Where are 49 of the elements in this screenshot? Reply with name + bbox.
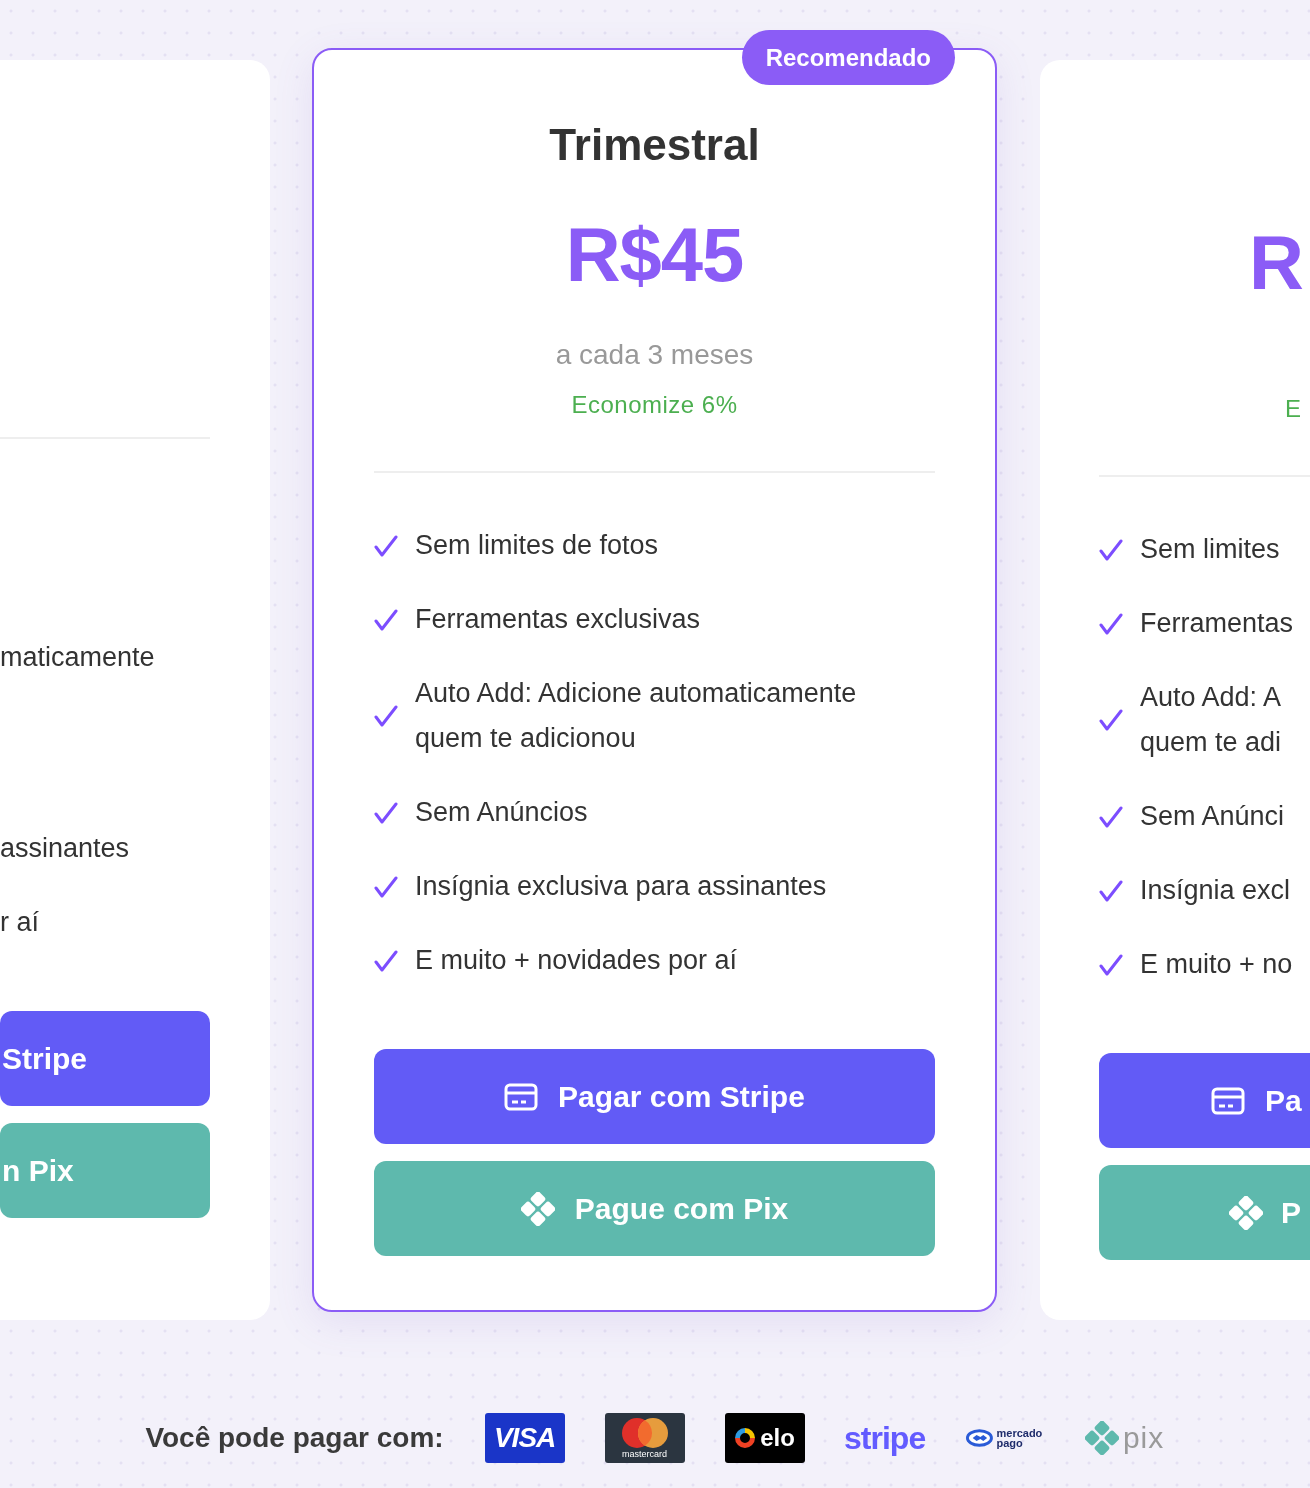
check-icon [374, 704, 398, 728]
check-icon [374, 948, 398, 973]
feature-text: E muito + novidades por aí [415, 944, 737, 977]
feature-text: Ferramentas [1140, 607, 1294, 640]
check-icon [1099, 611, 1123, 636]
feature-text: Insígnia exclusiva para assinantes [415, 870, 827, 903]
feature-text: Sem limites [1140, 533, 1280, 566]
plan-price: R [1249, 219, 1303, 305]
check-icon [374, 874, 398, 899]
stripe-pay-button[interactable]: Stripe [0, 1011, 210, 1106]
feature-text: Sem limites de fotos [415, 529, 659, 562]
feature-text: r aí [0, 906, 39, 939]
savings-text: Economize 6% [571, 391, 738, 418]
credit-card-icon [1211, 1086, 1245, 1115]
credit-card-icon [504, 1082, 539, 1111]
recommended-badge: Recomendado [741, 30, 955, 85]
check-icon [1099, 804, 1123, 829]
elo-logo: elo [724, 1413, 805, 1463]
feature-text: Ferramentas exclusivas [415, 603, 701, 636]
payment-methods-label: Você pode pagar com: [145, 1422, 444, 1454]
savings-text: E [1285, 395, 1302, 422]
feature-text: Auto Add: Adicione automaticamente quem te adicionou [415, 677, 857, 755]
check-icon [374, 533, 398, 558]
stripe-pay-button[interactable]: Pa [1099, 1053, 1310, 1148]
check-icon [1099, 952, 1123, 977]
check-icon [374, 607, 398, 632]
stripe-pay-button[interactable]: Pagar com Stripe [374, 1049, 935, 1144]
plan-title: Trimestral [549, 120, 760, 169]
feature-text: Sem Anúncios [415, 796, 588, 829]
billing-period: a cada 3 meses [555, 339, 754, 370]
check-icon [1099, 537, 1123, 562]
feature-text: E muito + no [1140, 948, 1293, 981]
check-icon [1099, 878, 1123, 903]
feature-text: Auto Add: A quem te adi [1140, 681, 1282, 759]
diamond-icon [1229, 1195, 1263, 1230]
feature-text: maticamente [0, 641, 155, 674]
check-icon [374, 800, 398, 825]
stripe-logo: stripe [844, 1418, 925, 1458]
visa-logo: VISA [484, 1413, 565, 1463]
feature-text: Insígnia excl [1140, 874, 1291, 907]
check-icon [1099, 708, 1123, 732]
plan-price: R$45 [565, 212, 744, 297]
mastercard-logo: mastercard [604, 1413, 685, 1463]
diamond-icon [1084, 1421, 1119, 1455]
pix-logo: pix [1084, 1413, 1165, 1463]
feature-text: Sem Anúnci [1140, 800, 1285, 833]
mercado-pago-logo: mercado pago [964, 1413, 1045, 1463]
feature-text: assinantes [0, 832, 130, 865]
diamond-icon [520, 1191, 555, 1226]
